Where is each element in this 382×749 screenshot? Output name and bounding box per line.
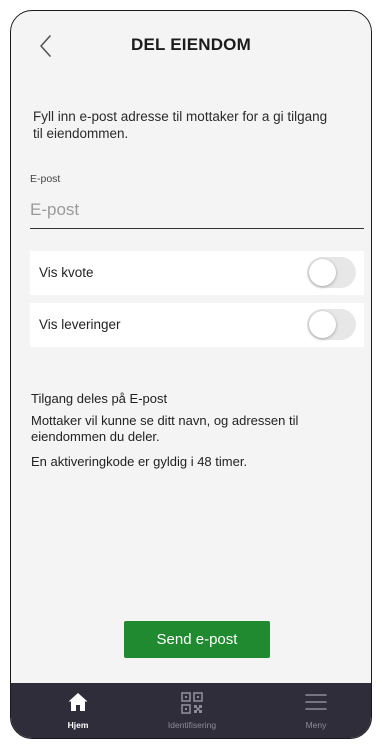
info-code-validity: En aktiveringkode er gyldig i 48 timer. <box>31 454 248 469</box>
toggle-label: Vis leveringer <box>39 317 121 332</box>
toggle-row-vis-leveringer: Vis leveringer <box>30 303 364 347</box>
intro-text: Fyll inn e-post adresse til mottaker for… <box>33 109 328 141</box>
toggle-label: Vis kvote <box>39 265 94 280</box>
tab-meny[interactable]: Meny <box>271 683 361 738</box>
info-share-method: Tilgang deles på E-post <box>31 391 168 406</box>
send-email-button[interactable]: Send e-post <box>124 621 270 658</box>
phone-frame: DEL EIENDOM Fyll inn e-post adresse til … <box>10 10 372 739</box>
home-icon <box>68 693 88 711</box>
email-field[interactable] <box>30 197 364 229</box>
toggle-knob <box>309 259 336 286</box>
bottom-tab-bar: Hjem Identifisering Meny <box>11 683 371 738</box>
hamburger-menu-icon <box>305 694 327 710</box>
vis-leveringer-toggle[interactable] <box>307 309 356 340</box>
toggle-row-vis-kvote: Vis kvote <box>30 251 364 295</box>
vis-kvote-toggle[interactable] <box>307 257 356 288</box>
page-title: DEL EIENDOM <box>131 35 251 54</box>
qr-code-icon <box>181 692 203 714</box>
tab-label: Hjem <box>67 720 89 730</box>
info-recipient: Mottaker vil kunne se ditt navn, og adre… <box>31 413 299 444</box>
tab-label: Meny <box>305 720 327 730</box>
tab-label: Identifisering <box>167 720 217 730</box>
header: DEL EIENDOM <box>11 11 371 75</box>
toggle-knob <box>309 311 336 338</box>
tab-hjem[interactable]: Hjem <box>33 683 123 738</box>
tab-identifisering[interactable]: Identifisering <box>147 683 237 738</box>
email-label: E-post <box>30 173 61 185</box>
